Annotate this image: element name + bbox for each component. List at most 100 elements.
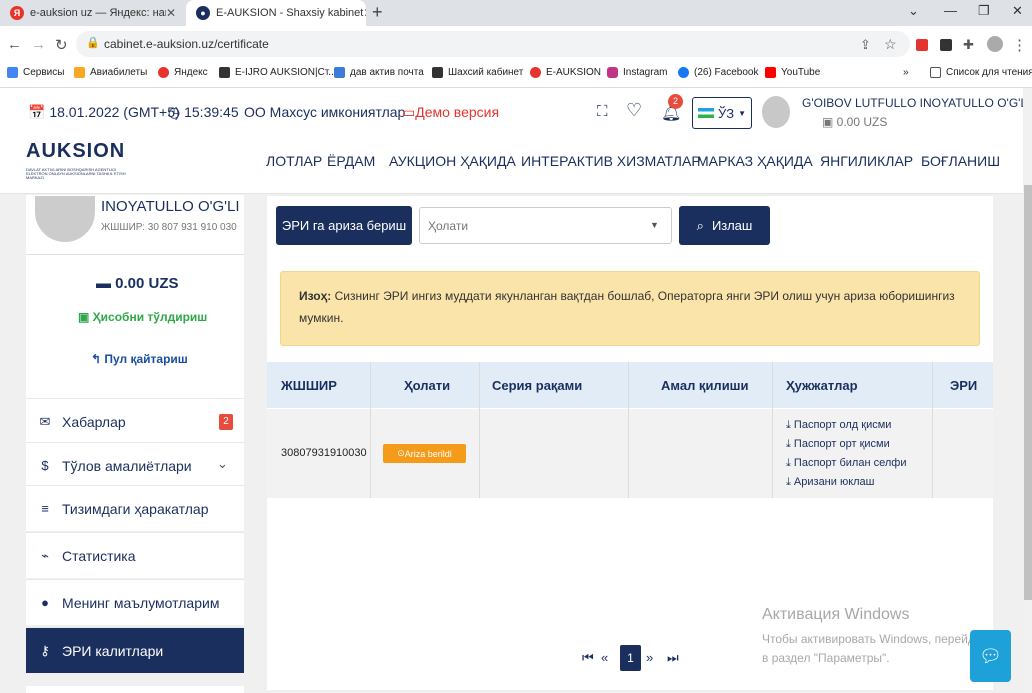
note-text: Сизнинг ЭРИ ингиз муддати якунланган вақ… xyxy=(299,289,955,325)
doc-link-passport-back[interactable]: ⤓ Паспорт орт қисми xyxy=(786,438,890,451)
col-divider xyxy=(479,362,480,498)
forward-icon[interactable]: → xyxy=(31,36,46,53)
bookmark-cabinet[interactable]: Шахсий кабинет xyxy=(432,67,523,78)
sidebar-item-my-data[interactable]: ● Менинг маълумотларим xyxy=(26,579,244,625)
extension-icon[interactable] xyxy=(916,39,928,51)
bookmark-instagram[interactable]: Instagram xyxy=(607,67,667,78)
nav-services[interactable]: ИНТЕРАКТИВ ХИЗМАТЛАР xyxy=(521,153,701,169)
nav-about-center[interactable]: МАРКАЗ ҲАҚИДА xyxy=(697,153,813,169)
prev-page-icon[interactable]: « xyxy=(601,650,608,665)
minimize-button[interactable]: — xyxy=(944,3,957,18)
wallet-icon: ▣ xyxy=(822,115,837,129)
lock-icon[interactable]: 🔒 xyxy=(86,36,100,49)
col-divider xyxy=(772,362,773,498)
first-page-icon[interactable]: ⏮ xyxy=(582,650,594,666)
download-icon: ⤓ xyxy=(786,476,794,488)
logo-subtitle: DAVLAT AKTIVLARINI BOSHQARISH AGENTLIGI … xyxy=(26,167,126,180)
user-icon: ● xyxy=(41,595,49,610)
menu-icon[interactable]: ⋮ xyxy=(1012,36,1027,54)
search-icon: ⌕ xyxy=(696,217,704,233)
bookmark-yandex[interactable]: Яндекс xyxy=(158,67,208,78)
bookmark-avia[interactable]: Авиабилеты xyxy=(74,67,147,78)
bookmark-eijro[interactable]: E-IJRO AUKSION|Ст... xyxy=(219,67,337,78)
logo[interactable]: AUKSION xyxy=(26,140,125,163)
plane-icon xyxy=(74,67,85,78)
caret-down-icon: ▼ xyxy=(650,220,659,230)
close-window-button[interactable]: ✕ xyxy=(1012,3,1023,19)
sidebar-item-statistics[interactable]: ⌁ Статистика xyxy=(26,532,244,578)
tab-title: e-auksion uz — Яндекс: нашлось xyxy=(30,7,166,19)
col-jshshir: ЖШШИР xyxy=(281,378,337,393)
sidebar-item-eri-keys[interactable]: ⚷ ЭРИ калитлари xyxy=(26,627,244,673)
search-button[interactable]: ⌕ Излаш xyxy=(679,206,770,245)
new-tab-button[interactable]: + xyxy=(372,2,383,23)
accessibility-link[interactable]: OO Махсус имкониятлар xyxy=(244,104,405,120)
heart-icon[interactable]: ♡ xyxy=(626,100,642,121)
col-documents: Ҳужжатлар xyxy=(786,378,858,393)
table-header xyxy=(267,362,993,408)
profile-icon[interactable] xyxy=(987,36,1003,52)
e-auksion-icon xyxy=(530,67,541,78)
bookmark-services[interactable]: Сервисы xyxy=(7,67,64,78)
extension-icon[interactable] xyxy=(940,39,952,51)
sidebar-item-payments[interactable]: $ Тўлов амалиётлари xyxy=(26,442,244,488)
uz-flag-icon xyxy=(697,108,714,118)
nav-help[interactable]: ЁРДАМ xyxy=(327,153,375,169)
doc-link-selfie[interactable]: ⤓ Паспорт билан селфи xyxy=(786,457,906,470)
page-current[interactable]: 1 xyxy=(620,645,641,671)
gavel-icon xyxy=(219,67,230,78)
url-text[interactable]: cabinet.e-auksion.uz/certificate xyxy=(104,37,269,51)
cell-jshshir: 30807931910030 xyxy=(281,447,367,459)
doc-link-application[interactable]: ⤓ Аризани юклаш xyxy=(786,476,875,489)
nav-lots[interactable]: ЛОТЛАР xyxy=(266,153,322,169)
reading-list[interactable]: Список для чтения xyxy=(930,67,1032,78)
nav-news[interactable]: ЯНГИЛИКЛАР xyxy=(820,153,913,169)
reload-icon[interactable]: ↻ xyxy=(55,36,68,54)
chart-icon: ⌁ xyxy=(41,547,49,563)
demo-link[interactable]: ▭Демо версия xyxy=(402,104,499,121)
last-page-icon[interactable]: ⏭ xyxy=(667,650,679,666)
time-display: ◷ 15:39:45 xyxy=(168,104,239,120)
apply-eri-button[interactable]: ЭРИ га ариза бериш xyxy=(276,206,412,245)
bookmark-youtube[interactable]: YouTube xyxy=(765,67,820,78)
sidebar-item-activity[interactable]: ≡ Тизимдаги ҳаракатлар xyxy=(26,485,244,531)
tab-yandex[interactable]: Я e-auksion uz — Яндекс: нашлось ✕ xyxy=(0,0,186,26)
bookmark-e-auksion[interactable]: E-AUKSION xyxy=(530,67,601,78)
sidebar-footer xyxy=(26,686,244,693)
profile-name: INOYATULLO O'G'LI xyxy=(101,198,240,215)
next-page-icon[interactable]: » xyxy=(646,650,653,665)
tab-search-icon[interactable]: ⌄ xyxy=(908,3,919,19)
fullscreen-icon[interactable]: ⛶ xyxy=(597,103,608,120)
download-icon: ⤓ xyxy=(786,457,794,469)
puzzle-icon[interactable]: ✚ xyxy=(963,37,974,53)
monitor-icon: ▭ xyxy=(402,104,416,120)
profile-jshshir: ЖШШИР: 30 807 931 910 030 xyxy=(101,222,237,233)
chat-button[interactable]: 💬︎ xyxy=(970,630,1011,682)
doc-link-passport-front[interactable]: ⤓ Паспорт олд қисми xyxy=(786,419,891,432)
chevron-down-icon[interactable]: ⌄ xyxy=(217,456,228,472)
nav-about-auction[interactable]: АУКЦИОН ҲАҚИДА xyxy=(389,153,516,169)
refund-link[interactable]: ↰ Пул қайтариш xyxy=(91,352,188,366)
status-placeholder: Ҳолати xyxy=(428,219,469,233)
sidebar-item-messages[interactable]: ✉ Хабарлар xyxy=(26,398,244,444)
scrollbar-thumb[interactable] xyxy=(1024,185,1032,600)
user-name: G'OIBOV LUTFULLO INOYATULLO O'G'LI xyxy=(802,96,1031,110)
topup-link[interactable]: ▣ Ҳисобни тўлдириш xyxy=(78,310,207,324)
language-select[interactable]: ЎЗ ▼ xyxy=(692,97,752,129)
facebook-icon xyxy=(678,67,689,78)
star-icon[interactable]: ☆ xyxy=(884,36,897,53)
list-icon: ≡ xyxy=(41,501,49,516)
download-icon: ⤓ xyxy=(786,438,794,450)
user-balance: ▣ 0.00 UZS xyxy=(822,115,888,129)
nav-contact[interactable]: БОҒЛАНИШ xyxy=(921,153,1000,169)
maximize-button[interactable]: ❐ xyxy=(978,3,990,19)
share-icon[interactable]: ⇪ xyxy=(860,37,871,53)
more-bookmarks-icon[interactable]: » xyxy=(903,67,909,78)
back-icon[interactable]: ← xyxy=(7,36,22,53)
tab-e-auksion[interactable]: ● E-AUKSION - Shaxsiy kabinet ✕ xyxy=(186,0,366,26)
close-tab-icon[interactable]: ✕ xyxy=(166,6,176,20)
bookmark-mail[interactable]: дав актив почта xyxy=(334,67,424,78)
avatar[interactable] xyxy=(762,96,790,128)
close-tab-icon[interactable]: ✕ xyxy=(363,6,366,20)
bookmark-facebook[interactable]: (26) Facebook xyxy=(678,67,758,78)
